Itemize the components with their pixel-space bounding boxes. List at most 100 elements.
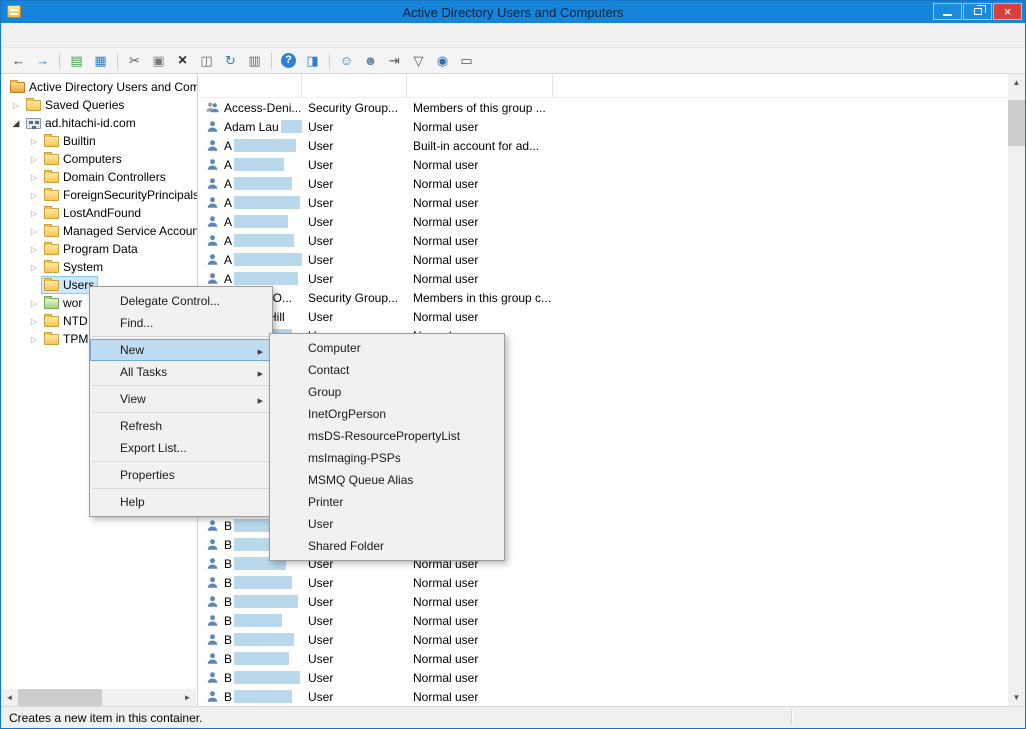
expander-icon[interactable]: ▷: [27, 137, 41, 146]
scrollbar-thumb[interactable]: [1008, 100, 1025, 146]
new-user-icon[interactable]: ☺: [335, 50, 358, 71]
properties-icon[interactable]: ◫: [195, 50, 218, 71]
table-row[interactable]: B User Normal user: [199, 649, 1008, 668]
new-submenu-item-shared-folder[interactable]: Shared Folder: [270, 535, 504, 557]
table-row[interactable]: B User Normal user: [199, 687, 1008, 706]
cut-icon[interactable]: ✂: [123, 50, 146, 71]
expander-icon[interactable]: ▷: [27, 227, 41, 236]
expander-icon[interactable]: ▷: [9, 101, 23, 110]
tree-horizontal-scrollbar[interactable]: ◄ ►: [1, 689, 196, 706]
menu-action[interactable]: [23, 32, 41, 38]
expander-icon[interactable]: ▷: [27, 245, 41, 254]
tree-item-saved-queries[interactable]: ▷ Saved Queries: [1, 96, 197, 114]
close-button[interactable]: ×: [993, 3, 1022, 20]
context-menu-item-properties[interactable]: Properties: [90, 464, 272, 486]
expander-icon[interactable]: ▷: [27, 263, 41, 272]
menu-file[interactable]: [5, 32, 23, 38]
column-header-name[interactable]: [199, 74, 302, 97]
expander-icon[interactable]: ▷: [27, 191, 41, 200]
expander-icon[interactable]: ▷: [27, 173, 41, 182]
table-row[interactable]: B User Normal user: [199, 573, 1008, 592]
new-submenu-item-group[interactable]: Group: [270, 381, 504, 403]
refresh-icon[interactable]: ↻: [219, 50, 242, 71]
console-taskpad-icon[interactable]: ▦: [89, 50, 112, 71]
context-menu-item-refresh[interactable]: Refresh: [90, 415, 272, 437]
table-row[interactable]: B User Normal user: [199, 668, 1008, 687]
expander-icon[interactable]: ▷: [27, 299, 41, 308]
table-row[interactable]: A User Normal user: [199, 193, 1008, 212]
menu-view[interactable]: [41, 32, 59, 38]
restore-button[interactable]: [963, 3, 992, 20]
context-menu-item-new[interactable]: New: [90, 339, 272, 361]
extended-view-icon[interactable]: ◨: [301, 50, 324, 71]
new-submenu-item-printer[interactable]: Printer: [270, 491, 504, 513]
tree-item-program-data[interactable]: ▷ Program Data: [1, 240, 197, 258]
new-submenu-item-msimaging-psps[interactable]: msImaging-PSPs: [270, 447, 504, 469]
table-row[interactable]: Adam Lau User Normal user: [199, 117, 1008, 136]
tree-item-managed-service-accoun[interactable]: ▷ Managed Service Accoun: [1, 222, 197, 240]
table-row[interactable]: A User Normal user: [199, 155, 1008, 174]
list-vertical-scrollbar[interactable]: ▲ ▼: [1008, 74, 1025, 706]
context-menu-item-find[interactable]: Find...: [90, 312, 272, 334]
table-row[interactable]: RO... Security Group... Members in this …: [199, 288, 1008, 307]
tree-item-lostandfound[interactable]: ▷ LostAndFound: [1, 204, 197, 222]
forward-icon[interactable]: →: [31, 50, 54, 71]
scroll-right-icon[interactable]: ►: [179, 689, 196, 706]
table-row[interactable]: A User Normal user: [199, 231, 1008, 250]
scrollbar-thumb[interactable]: [18, 689, 102, 706]
expander-icon[interactable]: ▷: [27, 317, 41, 326]
tree-item-active-directory-users-and-com[interactable]: Active Directory Users and Com: [1, 78, 197, 96]
tree-item-ad-hitachi-id-com[interactable]: ◢ ad.hitachi-id.com: [1, 114, 197, 132]
table-row[interactable]: A User Normal user: [199, 174, 1008, 193]
expander-icon[interactable]: ▷: [27, 155, 41, 164]
tree-item-foreignsecurityprincipals[interactable]: ▷ ForeignSecurityPrincipals: [1, 186, 197, 204]
context-menu-item-delegate-control[interactable]: Delegate Control...: [90, 290, 272, 312]
menu-help[interactable]: [59, 32, 77, 38]
new-submenu-item-msds-resourcepropertylist[interactable]: msDS-ResourcePropertyList: [270, 425, 504, 447]
minimize-button[interactable]: [933, 3, 962, 20]
new-submenu-item-msmq-queue-alias[interactable]: MSMQ Queue Alias: [270, 469, 504, 491]
context-menu-item-help[interactable]: Help: [90, 491, 272, 513]
table-row[interactable]: A User Normal user: [199, 269, 1008, 288]
scroll-left-icon[interactable]: ◄: [1, 689, 18, 706]
context-menu-item-view[interactable]: View: [90, 388, 272, 410]
new-group-icon[interactable]: ☻: [359, 50, 382, 71]
expander-icon[interactable]: ▷: [27, 335, 41, 344]
table-row[interactable]: B User Normal user: [199, 611, 1008, 630]
table-row[interactable]: Access-Deni... Security Group... Members…: [199, 98, 1008, 117]
filter-icon[interactable]: ▽: [407, 50, 430, 71]
expander-icon[interactable]: ◢: [9, 118, 23, 129]
column-header-type[interactable]: [302, 74, 407, 97]
scrollbar-track[interactable]: [18, 689, 179, 706]
scroll-down-icon[interactable]: ▼: [1008, 689, 1025, 706]
new-submenu-item-user[interactable]: User: [270, 513, 504, 535]
export-list-icon[interactable]: ▥: [243, 50, 266, 71]
table-row[interactable]: A User Normal user: [199, 250, 1008, 269]
expander-icon[interactable]: ▷: [27, 209, 41, 218]
new-submenu-item-contact[interactable]: Contact: [270, 359, 504, 381]
tree-item-builtin[interactable]: ▷ Builtin: [1, 132, 197, 150]
tree-item-label: Active Directory Users and Com: [29, 80, 198, 94]
back-icon[interactable]: ←: [7, 50, 30, 71]
help-icon[interactable]: ?: [277, 50, 300, 71]
tree-item-system[interactable]: ▷ System: [1, 258, 197, 276]
table-row[interactable]: B User Normal user: [199, 592, 1008, 611]
change-domain-icon[interactable]: ▭: [455, 50, 478, 71]
table-row[interactable]: B User Normal user: [199, 630, 1008, 649]
tree-item-computers[interactable]: ▷ Computers: [1, 150, 197, 168]
table-row[interactable]: A User Normal user: [199, 212, 1008, 231]
add-to-group-icon[interactable]: ⇥: [383, 50, 406, 71]
new-submenu-item-computer[interactable]: Computer: [270, 337, 504, 359]
tree-item-domain-controllers[interactable]: ▷ Domain Controllers: [1, 168, 197, 186]
show-console-tree-icon[interactable]: ▤: [65, 50, 88, 71]
paste-icon[interactable]: ▣: [147, 50, 170, 71]
table-row[interactable]: Hill User Normal user: [199, 307, 1008, 326]
context-menu-item-all-tasks[interactable]: All Tasks: [90, 361, 272, 383]
new-submenu-item-inetorgperson[interactable]: InetOrgPerson: [270, 403, 504, 425]
delete-icon[interactable]: ×: [171, 50, 194, 71]
scroll-up-icon[interactable]: ▲: [1008, 74, 1025, 91]
column-header-description[interactable]: [407, 74, 553, 97]
find-icon[interactable]: ◉: [431, 50, 454, 71]
table-row[interactable]: A User Built-in account for ad...: [199, 136, 1008, 155]
context-menu-item-export-list[interactable]: Export List...: [90, 437, 272, 459]
